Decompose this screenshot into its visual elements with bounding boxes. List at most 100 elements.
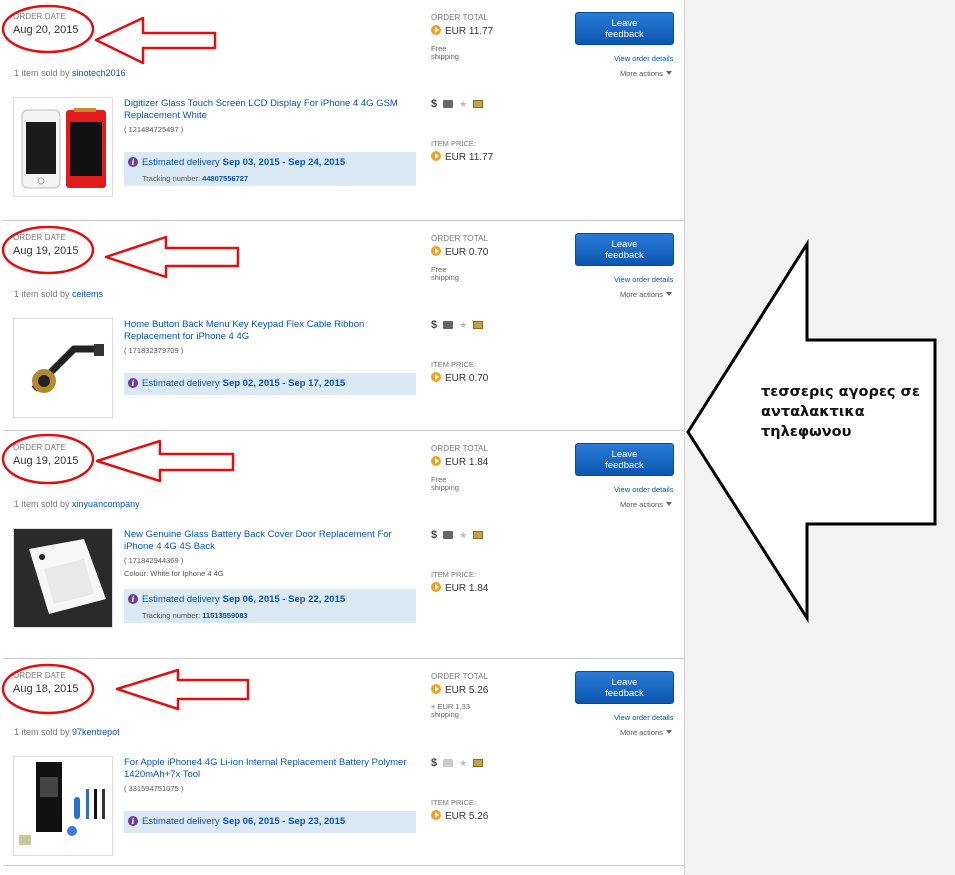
- leave-feedback-label: Leave feedback: [605, 18, 644, 40]
- delivery-box: i Estimated delivery Sep 02, 2015 - Sep 17…: [124, 373, 416, 395]
- feedback-star-icon: ★: [459, 529, 468, 540]
- delivery-range: Sep 02, 2015 - Sep 17, 2015: [222, 378, 346, 389]
- chevron-down-icon: [665, 730, 672, 734]
- order-total-value: EUR 1.84: [445, 457, 489, 468]
- item-price-label: ITEM PRICE:: [431, 139, 477, 148]
- order-date: Aug 19, 2015: [13, 245, 79, 257]
- seller-link[interactable]: xinyuancompany: [72, 499, 140, 509]
- order-total-label: ORDER TOTAL: [431, 13, 489, 22]
- more-actions-menu[interactable]: More actions: [620, 500, 672, 509]
- item-thumbnail[interactable]: [13, 318, 113, 418]
- leave-feedback-button[interactable]: Leave feedback: [575, 233, 674, 266]
- delivery-range: Sep 06, 2015 - Sep 23, 2015: [222, 816, 346, 827]
- item-price: EUR 5.26: [431, 810, 488, 822]
- order-total-label: ORDER TOTAL: [431, 234, 489, 243]
- leave-feedback-label: Leave feedback: [605, 677, 644, 699]
- paid-icon: $: [431, 98, 438, 110]
- page: ORDER DATE Aug 20, 2015 1 item sold by sin…: [0, 0, 955, 875]
- coin-icon: [431, 456, 441, 466]
- annotation-line: ανταλακτικα: [761, 404, 865, 420]
- view-order-details-link[interactable]: View order details: [614, 275, 673, 284]
- tracking-number-link[interactable]: 11513559083: [202, 611, 247, 620]
- seller-line: 1 item sold by xinyuancompany: [14, 499, 140, 509]
- coin-icon: [431, 151, 441, 161]
- delivery-range: Sep 06, 2015 - Sep 22, 2015: [222, 594, 346, 605]
- leave-feedback-button[interactable]: Leave feedback: [575, 671, 674, 704]
- feedback-star-icon: ★: [459, 757, 468, 768]
- seller-link[interactable]: ceitems: [72, 289, 103, 299]
- seller-link[interactable]: 97kentrepot: [72, 727, 120, 737]
- item-price-value: EUR 5.26: [445, 811, 489, 822]
- order-total-value: EUR 11.77: [445, 26, 494, 37]
- order-card: ORDER DATE Aug 20, 2015 1 item sold by sin…: [3, 0, 684, 221]
- item-title-link[interactable]: New Genuine Glass Battery Back Cover Doo…: [124, 529, 414, 553]
- delivery-box: i Estimated delivery Sep 06, 2015 - Sep 22…: [124, 589, 416, 623]
- paid-icon: $: [431, 529, 438, 541]
- order-date: Aug 20, 2015: [13, 24, 79, 36]
- item-title-link[interactable]: Digitizer Glass Touch Screen LCD Display…: [124, 98, 414, 122]
- estimated-delivery: Estimated delivery Sep 06, 2015 - Sep 23,…: [142, 816, 345, 827]
- tracking-line: Tracking number: 11513559083: [142, 611, 248, 620]
- action-icons: $ ★: [431, 529, 489, 541]
- item-title-link[interactable]: For Apple iPhone4 4G Li-ion Internal Rep…: [124, 757, 414, 781]
- estimated-delivery-label: Estimated delivery: [142, 816, 220, 827]
- seller-link[interactable]: sinotech2016: [72, 68, 126, 78]
- feedback-star-icon: ★: [459, 319, 468, 330]
- item-price: EUR 0.70: [431, 372, 488, 384]
- action-icons: $ ★: [431, 98, 489, 110]
- coin-icon: [431, 372, 441, 382]
- tracking-number-link[interactable]: 44807556727: [202, 174, 248, 183]
- message-icon: [473, 531, 484, 539]
- item-price: EUR 11.77: [431, 151, 493, 163]
- coin-icon: [431, 246, 441, 256]
- seller-line: 1 item sold by ceitems: [14, 289, 103, 299]
- view-order-details-link[interactable]: View order details: [614, 713, 673, 722]
- more-actions-label: More actions: [620, 728, 663, 737]
- info-icon: i: [128, 816, 138, 826]
- order-total: EUR 1.84: [431, 456, 488, 468]
- more-actions-menu[interactable]: More actions: [620, 728, 672, 737]
- more-actions-label: More actions: [620, 290, 663, 299]
- item-price-value: EUR 1.84: [445, 583, 489, 594]
- order-total-label: ORDER TOTAL: [431, 672, 489, 681]
- item-title-link[interactable]: Home Button Back Menu Key Keypad Flex Ca…: [124, 319, 414, 343]
- order-date-label: ORDER DATE: [13, 233, 66, 242]
- more-actions-label: More actions: [620, 69, 663, 78]
- paid-icon: $: [431, 757, 438, 769]
- order-date: Aug 19, 2015: [13, 455, 79, 467]
- order-date-label: ORDER DATE: [13, 443, 66, 452]
- more-actions-label: More actions: [620, 500, 663, 509]
- order-card: ORDER DATE Aug 18, 2015 1 item sold by 97k…: [3, 659, 684, 866]
- shipping-info: Free shipping: [431, 475, 459, 492]
- coin-icon: [431, 582, 441, 592]
- leave-feedback-label: Leave feedback: [605, 239, 644, 261]
- more-actions-menu[interactable]: More actions: [620, 290, 672, 299]
- estimated-delivery: Estimated delivery Sep 06, 2015 - Sep 22,…: [142, 594, 345, 605]
- chevron-down-icon: [665, 292, 672, 296]
- leave-feedback-label: Leave feedback: [605, 449, 644, 471]
- item-number: ( 171842944369 ): [124, 556, 184, 565]
- item-number: ( 171832379709 ): [124, 346, 184, 355]
- item-price: EUR 1.84: [431, 582, 488, 594]
- order-date: Aug 18, 2015: [13, 683, 79, 695]
- order-card: ORDER DATE Aug 19, 2015 1 item sold by xin…: [3, 431, 684, 659]
- delivery-box: i Estimated delivery Sep 06, 2015 - Sep 23…: [124, 811, 416, 833]
- item-thumbnail[interactable]: [13, 97, 113, 197]
- seller-line: 1 item sold by 97kentrepot: [14, 727, 120, 737]
- item-thumbnail[interactable]: [13, 756, 113, 856]
- annotation-text: τεσσερις αγορες σε ανταλακτικα τηλεφωνου: [761, 382, 936, 442]
- more-actions-menu[interactable]: More actions: [620, 69, 672, 78]
- item-thumbnail[interactable]: [13, 528, 113, 628]
- item-price-label: ITEM PRICE:: [431, 360, 477, 369]
- item-price-label: ITEM PRICE:: [431, 570, 477, 579]
- view-order-details-link[interactable]: View order details: [614, 485, 673, 494]
- shipped-icon: [443, 100, 454, 108]
- item-price-value: EUR 0.70: [445, 373, 489, 384]
- leave-feedback-button[interactable]: Leave feedback: [575, 12, 674, 45]
- item-price-value: EUR 11.77: [445, 152, 494, 163]
- leave-feedback-button[interactable]: Leave feedback: [575, 443, 674, 476]
- sold-by-label: 1 item sold by: [14, 68, 70, 78]
- delivery-range: Sep 03, 2015 - Sep 24, 2015: [222, 157, 346, 168]
- order-list: ORDER DATE Aug 20, 2015 1 item sold by sin…: [0, 0, 685, 875]
- view-order-details-link[interactable]: View order details: [614, 54, 673, 63]
